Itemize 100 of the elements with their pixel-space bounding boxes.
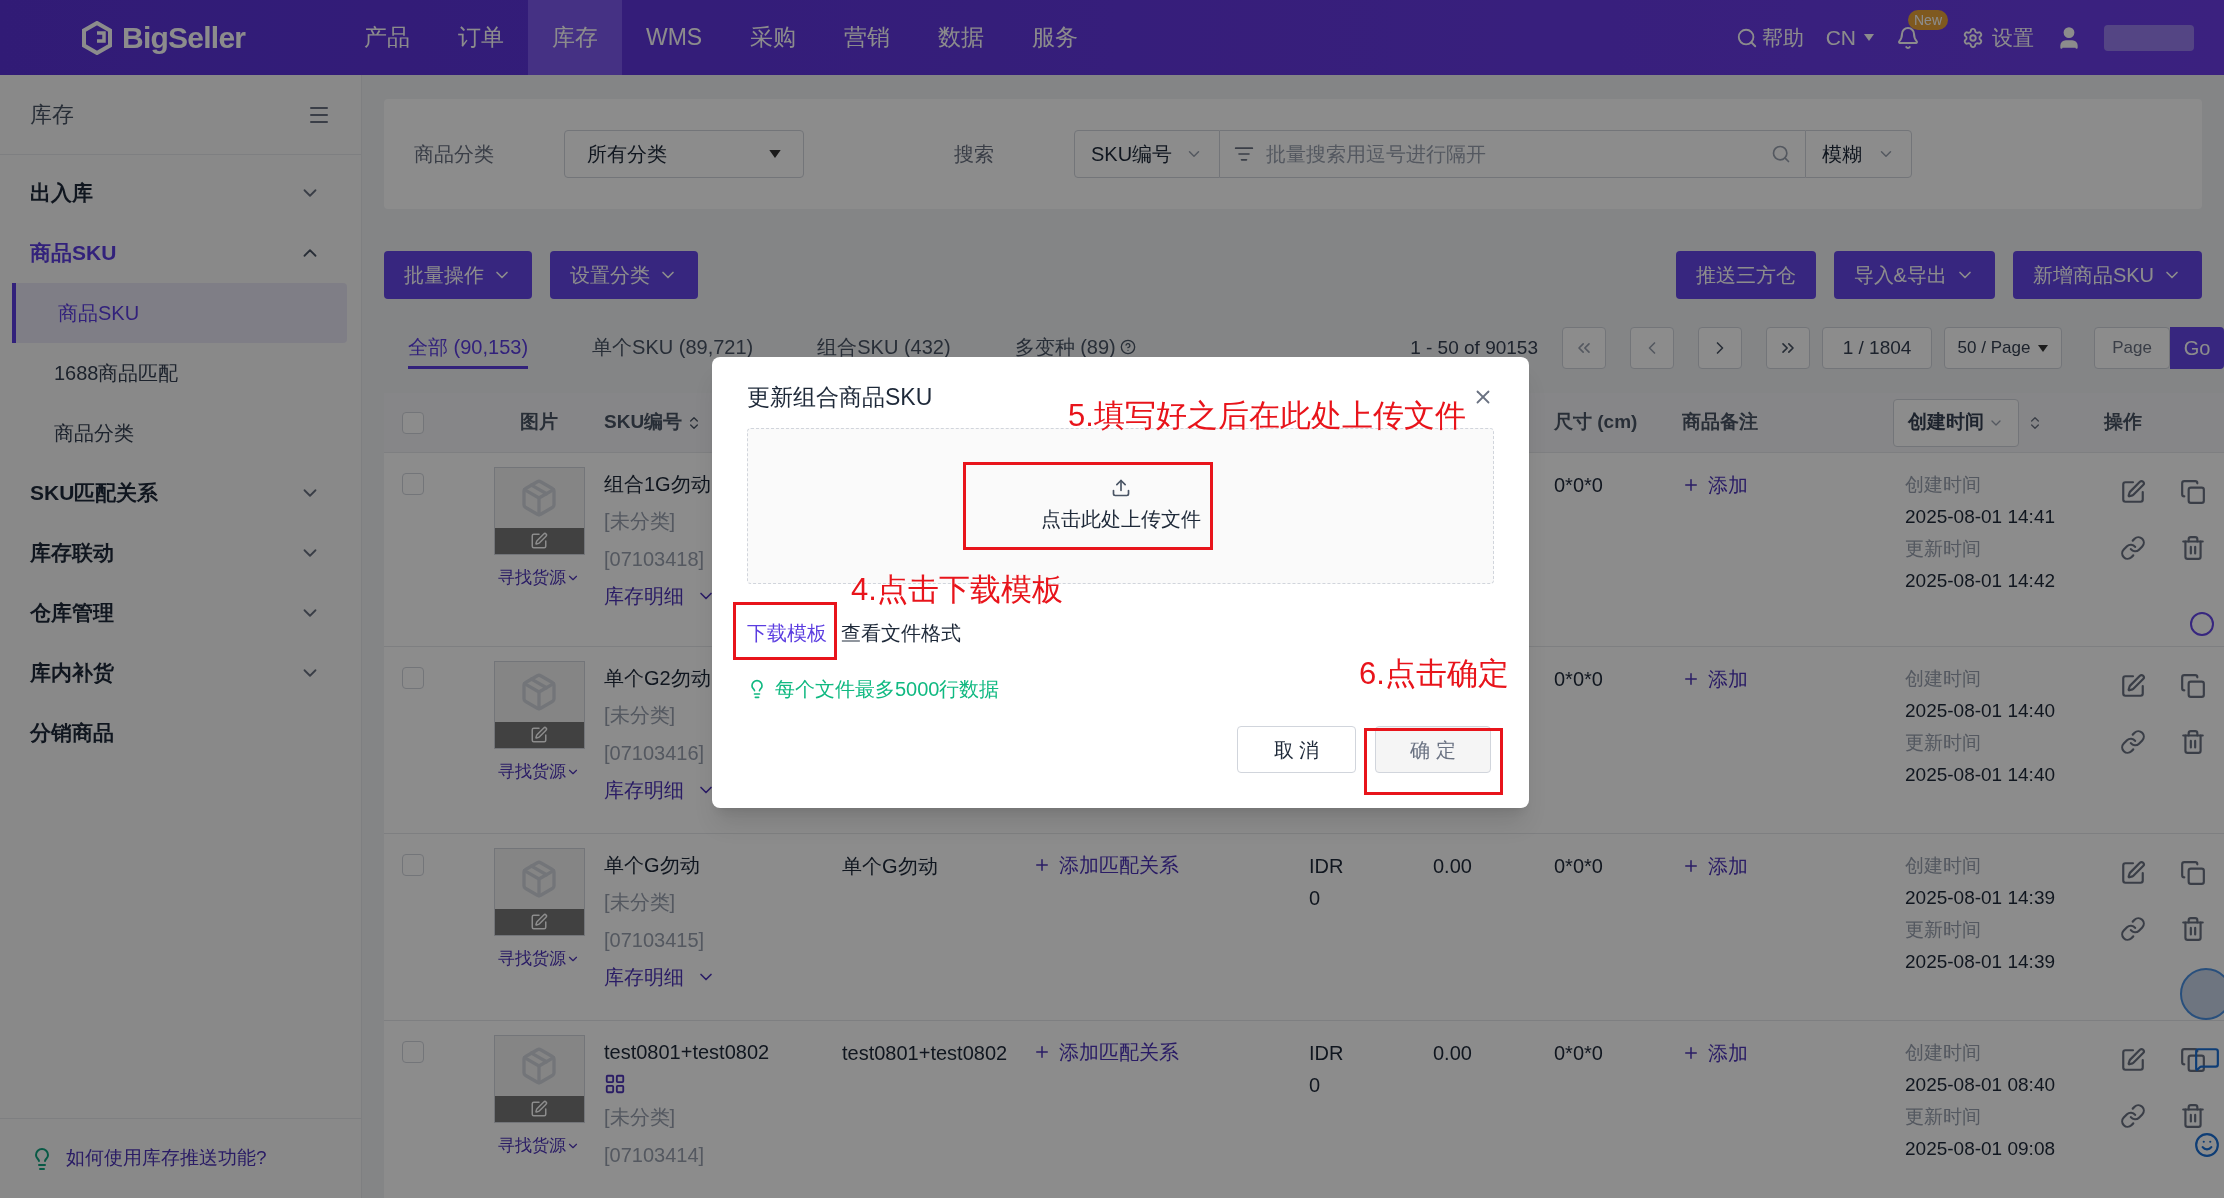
nav-menu-item[interactable]: WMS xyxy=(622,0,727,75)
toolbar-button[interactable]: 新增商品SKU xyxy=(2012,251,2202,299)
stock-detail-link[interactable]: 库存明细 xyxy=(604,581,716,611)
sidebar-group-item[interactable]: 商品SKU xyxy=(0,223,361,283)
nav-menu-item[interactable]: 营销 xyxy=(820,0,915,75)
sidebar-sub-item[interactable]: 商品分类 xyxy=(12,403,347,463)
sidebar-group-item[interactable]: 仓库管理 xyxy=(0,583,361,643)
filter-label: 商品分类 xyxy=(414,142,495,167)
find-source-link[interactable]: 寻找货源 xyxy=(498,1133,580,1159)
created-label: 创建时间 xyxy=(1905,473,1981,497)
help-link[interactable]: 如何使用库存推送功能? xyxy=(66,1144,267,1173)
page-input[interactable]: Page xyxy=(2094,327,2170,369)
new-badge: New xyxy=(1908,9,1948,30)
match-mode-select[interactable]: 模糊 xyxy=(1805,130,1912,178)
copy-icon[interactable] xyxy=(2180,673,2206,699)
nav-menu-item[interactable]: 产品 xyxy=(340,0,434,75)
settings-link[interactable]: 设置 xyxy=(1962,21,2034,54)
filter-tab[interactable]: 多变种 (89) xyxy=(1014,327,1136,369)
nav-menu-item[interactable]: 采购 xyxy=(726,0,821,75)
category-select[interactable]: 所有分类 xyxy=(564,130,804,178)
row-checkbox[interactable] xyxy=(402,1041,424,1063)
search-field-select[interactable]: SKU编号 xyxy=(1074,130,1220,178)
download-template-link[interactable]: 下载模板 xyxy=(747,618,827,648)
link-icon[interactable] xyxy=(2120,729,2146,755)
sidebar-group-item[interactable]: 库内补货 xyxy=(0,643,361,703)
find-source-link[interactable]: 寻找货源 xyxy=(498,946,580,972)
notification-bell-icon[interactable] xyxy=(1896,25,1920,50)
edit-icon[interactable] xyxy=(2120,673,2146,699)
cancel-button[interactable]: 取 消 xyxy=(1237,726,1356,773)
category-text: [未分类] xyxy=(604,1105,676,1130)
sidebar-sub-item[interactable]: 商品SKU xyxy=(12,283,347,343)
add-memo-link[interactable]: 添加 xyxy=(1682,469,1748,501)
nav-menu-item[interactable]: 数据 xyxy=(914,0,1009,75)
caret-down-icon xyxy=(1864,34,1874,41)
toolbar-button[interactable]: 设置分类 xyxy=(550,251,698,299)
edit-icon[interactable] xyxy=(2120,1047,2146,1073)
last-page-button[interactable] xyxy=(1766,327,1810,369)
delete-icon[interactable] xyxy=(2180,916,2206,942)
link-icon[interactable] xyxy=(2120,535,2146,561)
filter-tab[interactable]: 单个SKU (89,721) xyxy=(592,327,754,369)
row-checkbox[interactable] xyxy=(402,473,424,495)
sidebar-group-item[interactable]: SKU匹配关系 xyxy=(0,463,361,523)
toolbar-button[interactable]: 批量操作 xyxy=(384,251,532,299)
filter-tab[interactable]: 全部 (90,153) xyxy=(408,327,529,369)
link-icon[interactable] xyxy=(2120,1103,2146,1129)
file-format-link[interactable]: 查看文件格式 xyxy=(841,618,961,648)
sidebar-group-item[interactable]: 库存联动 xyxy=(0,523,361,583)
page-size-select[interactable]: 50 / Page xyxy=(1944,327,2062,369)
page-indicator: 1 / 1804 xyxy=(1822,327,1932,369)
filter-label: 搜索 xyxy=(954,142,995,167)
link-icon[interactable] xyxy=(2120,916,2146,942)
created-time: 2025-08-01 14:41 xyxy=(1905,505,2055,529)
copy-icon[interactable] xyxy=(2180,479,2206,505)
size-text: 0*0*0 xyxy=(1554,474,1603,496)
add-memo-link[interactable]: 添加 xyxy=(1682,1037,1748,1069)
add-memo-link[interactable]: 添加 xyxy=(1682,850,1748,882)
nav-menu-item[interactable]: 服务 xyxy=(1008,0,1103,75)
smile-icon[interactable] xyxy=(2194,1132,2220,1158)
floating-ring[interactable] xyxy=(2190,612,2214,636)
delete-icon[interactable] xyxy=(2180,729,2206,755)
filter-tab[interactable]: 组合SKU (432) xyxy=(817,327,951,369)
delete-icon[interactable] xyxy=(2180,535,2206,561)
edit-icon[interactable] xyxy=(2120,860,2146,886)
delete-icon[interactable] xyxy=(2180,1103,2206,1129)
chat-icon[interactable] xyxy=(2194,1046,2220,1072)
go-button[interactable]: Go xyxy=(2170,327,2224,369)
logo-icon xyxy=(80,20,114,55)
nav-menu-item[interactable]: 库存 xyxy=(528,0,622,75)
copy-icon[interactable] xyxy=(2180,860,2206,886)
sidebar-sub-item[interactable]: 1688商品匹配 xyxy=(12,343,347,403)
search-input[interactable]: 批量搜索用逗号进行隔开 xyxy=(1266,131,1759,177)
find-source-link[interactable]: 寻找货源 xyxy=(498,759,580,785)
add-match-link[interactable]: 添加匹配关系 xyxy=(1033,1037,1179,1067)
row-checkbox[interactable] xyxy=(402,854,424,876)
edit-icon[interactable] xyxy=(530,1100,548,1118)
edit-icon[interactable] xyxy=(530,532,548,550)
plus-icon xyxy=(1682,857,1700,875)
add-memo-link[interactable]: 添加 xyxy=(1682,663,1748,695)
edit-icon[interactable] xyxy=(530,726,548,744)
sort-field-select[interactable]: 创建时间 xyxy=(1893,398,2019,447)
stock-detail-link[interactable]: 库存明细 xyxy=(604,775,716,805)
toolbar-button[interactable]: 导入&导出 xyxy=(1833,251,1995,299)
add-match-link[interactable]: 添加匹配关系 xyxy=(1033,850,1179,880)
select-all-checkbox[interactable] xyxy=(402,411,424,434)
sidebar-group-item[interactable]: 出入库 xyxy=(0,163,361,223)
edit-icon[interactable] xyxy=(2120,479,2146,505)
updated-label: 更新时间 xyxy=(1905,918,1981,942)
sku-code: [07103418] xyxy=(604,547,705,572)
sortable-column-header[interactable]: SKU编号 xyxy=(604,408,703,437)
edit-icon[interactable] xyxy=(530,913,548,931)
help-link[interactable]: 帮助 xyxy=(1735,21,1804,54)
nav-menu-item[interactable]: 订单 xyxy=(434,0,528,75)
toolbar-button[interactable]: 推送三方仓 xyxy=(1675,251,1816,299)
language-select[interactable]: CN xyxy=(1825,21,1874,54)
row-checkbox[interactable] xyxy=(402,667,424,689)
search-icon xyxy=(1735,26,1758,49)
find-source-link[interactable]: 寻找货源 xyxy=(498,565,580,591)
sidebar-group-item[interactable]: 分销商品 xyxy=(0,703,361,763)
stock-detail-link[interactable]: 库存明细 xyxy=(604,962,716,992)
copy-icon[interactable] xyxy=(2180,1047,2206,1073)
